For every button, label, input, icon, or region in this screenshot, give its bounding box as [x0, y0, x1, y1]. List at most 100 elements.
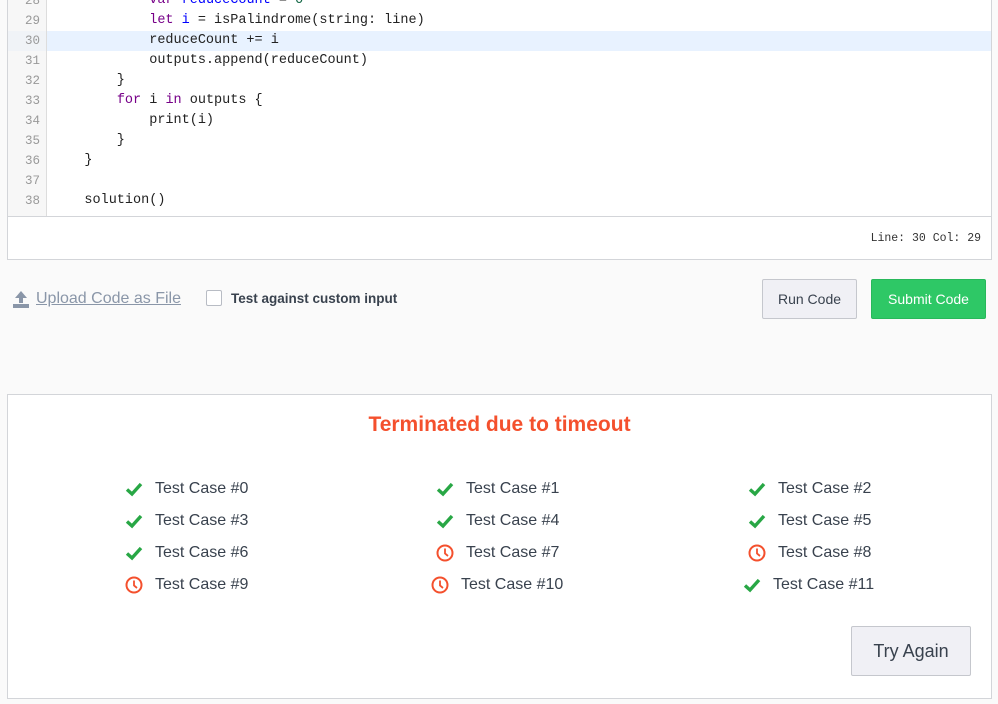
code-line[interactable]: 28 var reduceCount = 0	[8, 0, 991, 11]
test-case-5[interactable]: Test Case #5	[748, 511, 871, 531]
check-icon	[125, 546, 143, 561]
line-number: 29	[8, 11, 47, 31]
upload-icon	[13, 291, 29, 308]
check-icon	[743, 578, 761, 593]
line-number: 34	[8, 111, 47, 131]
code-editor[interactable]: 28 var reduceCount = 0 29 let i = isPalin…	[7, 0, 992, 260]
custom-input-checkbox[interactable]	[206, 290, 222, 306]
try-again-button[interactable]: Try Again	[851, 626, 971, 676]
code-token: outputs.append(reduceCount)	[52, 53, 368, 68]
test-case-label: Test Case #8	[778, 544, 872, 561]
code-text: for i in outputs {	[52, 91, 263, 111]
upload-label: Upload Code as File	[36, 290, 181, 307]
code-token: print(i)	[52, 113, 215, 128]
test-case-6[interactable]: Test Case #6	[125, 543, 248, 563]
code-text: var reduceCount = 0	[52, 0, 303, 11]
code-token: let	[149, 13, 174, 28]
code-text: }	[52, 71, 125, 91]
test-case-3[interactable]: Test Case #3	[125, 511, 248, 531]
test-case-label: Test Case #4	[466, 512, 560, 529]
code-text: reduceCount += i	[52, 31, 279, 51]
code-token: i	[181, 13, 190, 28]
test-case-8[interactable]: Test Case #8	[748, 543, 871, 563]
upload-code-link[interactable]: Upload Code as File	[12, 290, 181, 308]
test-case-label: Test Case #2	[778, 480, 872, 497]
code-text: let i = isPalindrome(string: line)	[52, 11, 425, 31]
code-token: for	[116, 93, 142, 108]
check-icon	[125, 514, 143, 529]
test-case-label: Test Case #7	[466, 544, 560, 561]
code-line[interactable]: 38 solution()	[8, 191, 991, 211]
code-token: reduceCount += i	[52, 33, 279, 48]
custom-input-label: Test against custom input	[231, 290, 398, 306]
test-case-label: Test Case #6	[155, 544, 249, 561]
test-case-label: Test Case #5	[778, 512, 872, 529]
code-token: 0	[295, 0, 304, 8]
code-token: }	[52, 153, 93, 168]
code-token: var	[149, 0, 174, 8]
clock-icon	[431, 576, 449, 594]
clock-icon	[748, 544, 766, 562]
test-case-0[interactable]: Test Case #0	[125, 479, 248, 499]
line-number: 37	[8, 171, 47, 191]
code-line[interactable]: 35 }	[8, 131, 991, 151]
code-line[interactable]: 34 print(i)	[8, 111, 991, 131]
line-number: 38	[8, 191, 47, 211]
test-case-2[interactable]: Test Case #2	[748, 479, 871, 499]
test-case-1[interactable]: Test Case #1	[436, 479, 559, 499]
result-title: Terminated due to timeout	[368, 413, 631, 436]
line-number: 30	[8, 31, 47, 51]
run-code-button[interactable]: Run Code	[762, 279, 857, 319]
code-line[interactable]: 29 let i = isPalindrome(string: line)	[8, 11, 991, 31]
test-case-10[interactable]: Test Case #10	[431, 575, 563, 595]
code-token: i	[141, 93, 166, 108]
line-number: 35	[8, 131, 47, 151]
code-token: }	[52, 73, 125, 88]
code-text: outputs.append(reduceCount)	[52, 51, 368, 71]
check-icon	[436, 514, 454, 529]
test-case-label: Test Case #1	[466, 480, 560, 497]
check-icon	[436, 482, 454, 497]
test-case-7[interactable]: Test Case #7	[436, 543, 559, 563]
code-token: in	[165, 93, 182, 108]
code-line[interactable]: 37	[8, 171, 991, 191]
code-line[interactable]: 32 }	[8, 71, 991, 91]
cursor-position: Line: 30 Col: 29	[870, 232, 981, 245]
test-case-label: Test Case #11	[773, 576, 875, 593]
code-token: }	[52, 133, 125, 148]
line-number: 33	[8, 91, 47, 111]
result-panel: Terminated due to timeout Test Case #0 Te…	[7, 394, 992, 699]
code-line[interactable]: 33 for i in outputs {	[8, 91, 991, 111]
code-text: }	[52, 151, 93, 171]
test-case-11[interactable]: Test Case #11	[743, 575, 874, 595]
check-icon	[125, 482, 143, 497]
code-line[interactable]: 31 outputs.append(reduceCount)	[8, 51, 991, 71]
code-token: reduceCount	[181, 0, 271, 8]
line-number: 36	[8, 151, 47, 171]
check-icon	[748, 482, 766, 497]
test-case-4[interactable]: Test Case #4	[436, 511, 559, 531]
code-token: = isPalindrome(string: line)	[189, 13, 425, 28]
code-token: outputs {	[181, 93, 263, 108]
test-case-label: Test Case #0	[155, 480, 249, 497]
custom-input-toggle[interactable]: Test against custom input	[206, 290, 397, 306]
line-number: 31	[8, 51, 47, 71]
code-text: }	[52, 131, 125, 151]
code-lines[interactable]: 28 var reduceCount = 0 29 let i = isPalin…	[8, 0, 991, 211]
divider	[8, 216, 991, 217]
code-line[interactable]: 36 }	[8, 151, 991, 171]
code-line[interactable]: 30 reduceCount += i	[8, 31, 991, 51]
clock-icon	[436, 544, 454, 562]
clock-icon	[125, 576, 143, 594]
code-token: solution()	[52, 193, 166, 208]
code-text: solution()	[52, 191, 165, 211]
code-token: =	[270, 0, 296, 8]
check-icon	[748, 514, 766, 529]
test-case-9[interactable]: Test Case #9	[125, 575, 248, 595]
submit-code-button[interactable]: Submit Code	[871, 279, 986, 319]
test-case-label: Test Case #10	[461, 576, 564, 593]
